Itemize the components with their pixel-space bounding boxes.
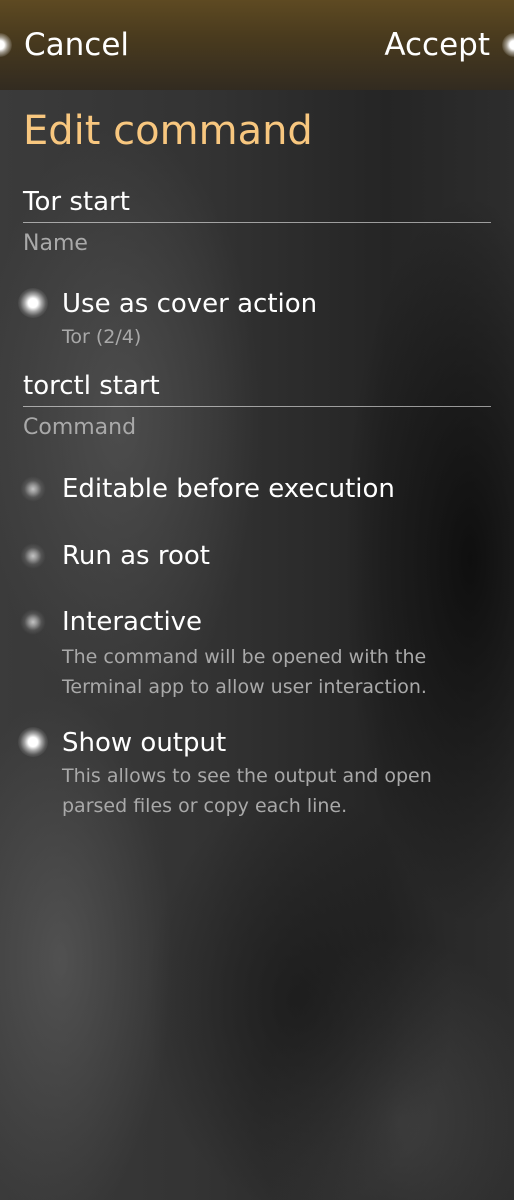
name-input[interactable]: Tor start <box>23 184 491 223</box>
interactive-description: The command will be opened with the Term… <box>62 646 427 698</box>
run-as-root-switch[interactable]: Run as root <box>0 540 514 580</box>
page-header: Cancel Accept <box>0 0 514 90</box>
cover-action-switch[interactable]: Use as cover action Tor (2/4) <box>0 288 514 350</box>
command-input[interactable]: torctl start <box>23 368 491 407</box>
cover-action-label: Use as cover action <box>62 289 318 319</box>
interactive-switch[interactable]: Interactive The command will be opened w… <box>0 606 514 698</box>
page-title: Edit command <box>23 108 313 154</box>
switch-off-indicator-icon <box>18 541 48 571</box>
switch-on-indicator-icon <box>18 288 48 318</box>
editable-before-execution-label: Editable before execution <box>62 474 395 504</box>
interactive-label: Interactive <box>62 607 203 637</box>
ambient-background <box>0 0 514 1200</box>
switch-off-indicator-icon <box>18 474 48 504</box>
switch-on-indicator-icon <box>18 727 48 757</box>
show-output-description: This allows to see the output and open p… <box>62 765 432 817</box>
accept-button[interactable]: Accept <box>384 24 490 66</box>
cancel-button[interactable]: Cancel <box>24 24 129 66</box>
command-field-label: Command <box>23 415 137 440</box>
show-output-label: Show output <box>62 728 227 758</box>
run-as-root-label: Run as root <box>62 541 210 571</box>
cover-action-description: Tor (2/4) <box>62 326 142 348</box>
name-field-label: Name <box>23 231 88 256</box>
back-glow-icon <box>0 33 12 57</box>
show-output-switch[interactable]: Show output This allows to see the outpu… <box>0 727 514 819</box>
switch-off-indicator-icon <box>18 607 48 637</box>
editable-before-execution-switch[interactable]: Editable before execution <box>0 473 514 513</box>
forward-glow-icon <box>502 33 514 57</box>
command-field[interactable]: torctl start Command <box>23 368 491 443</box>
name-field[interactable]: Tor start Name <box>23 184 491 259</box>
